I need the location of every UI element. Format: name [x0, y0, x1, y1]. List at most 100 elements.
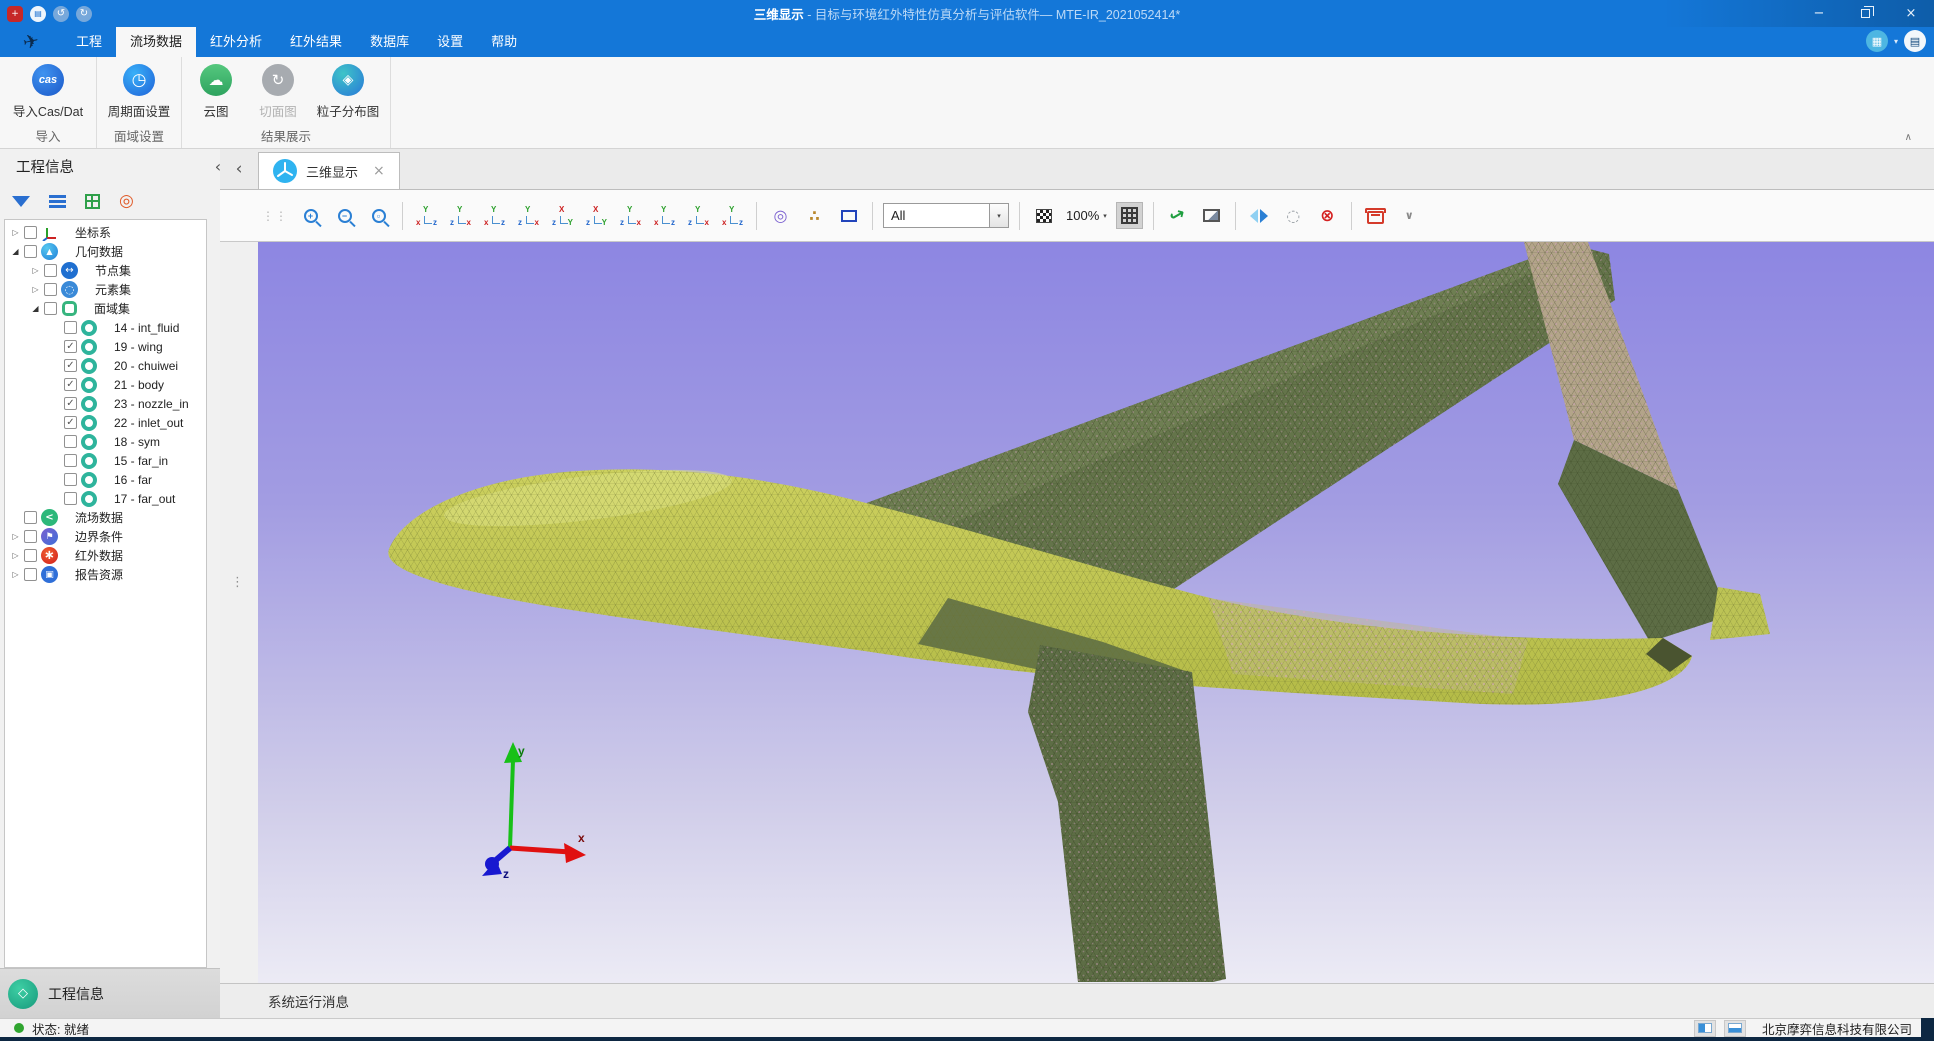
- tab-3d-display[interactable]: 三维显示 ×: [258, 152, 400, 189]
- zoom-fit-button[interactable]: ▫: [365, 202, 392, 229]
- tree-item[interactable]: ✓23 - nozzle_in: [5, 394, 206, 413]
- menu-item-project[interactable]: 工程: [62, 27, 116, 57]
- checkbox[interactable]: [64, 321, 77, 334]
- checkbox[interactable]: [24, 511, 37, 524]
- view-iso-3-button[interactable]: Yzx: [685, 202, 712, 229]
- layout-toggle-bottom-button[interactable]: [1724, 1020, 1746, 1037]
- tree-item[interactable]: 15 - far_in: [5, 451, 206, 470]
- view-bottom-button[interactable]: XzY: [583, 202, 610, 229]
- particle-network-button[interactable]: ∴: [801, 202, 828, 229]
- view-front-button[interactable]: Yxz: [413, 202, 440, 229]
- checkbox[interactable]: ✓: [64, 397, 77, 410]
- expander-icon[interactable]: ▷: [29, 266, 42, 275]
- periodic-face-button[interactable]: ◷ 周期面设置: [103, 62, 175, 120]
- checkbox[interactable]: [44, 302, 57, 315]
- close-button[interactable]: ×: [1888, 0, 1934, 27]
- tree-item[interactable]: 18 - sym: [5, 432, 206, 451]
- tree-item[interactable]: 16 - far: [5, 470, 206, 489]
- menu-item-ir-results[interactable]: 红外结果: [276, 27, 356, 57]
- tree-item[interactable]: <流场数据: [5, 508, 206, 527]
- menu-item-help[interactable]: 帮助: [477, 27, 531, 57]
- grid-view-icon[interactable]: [85, 194, 100, 209]
- locate-icon[interactable]: ◎: [119, 193, 134, 210]
- tree-item[interactable]: ◢▲几何数据: [5, 242, 206, 261]
- layout-toggle-left-button[interactable]: [1694, 1020, 1716, 1037]
- transparency-button[interactable]: [1030, 202, 1057, 229]
- view-right-button[interactable]: Yzx: [515, 202, 542, 229]
- checkbox[interactable]: [44, 264, 57, 277]
- tab-close-icon[interactable]: ×: [373, 163, 385, 179]
- splitter-handle-icon[interactable]: ⋮: [231, 575, 244, 590]
- notebook-icon[interactable]: ▤: [1904, 30, 1926, 52]
- view-iso-1-button[interactable]: Yzx: [617, 202, 644, 229]
- filter-icon[interactable]: [12, 196, 30, 207]
- zoom-in-button[interactable]: +: [297, 202, 324, 229]
- snapshot-button[interactable]: [1198, 202, 1225, 229]
- redo-icon[interactable]: ↻: [76, 6, 92, 22]
- new-document-icon[interactable]: ▤: [30, 6, 46, 22]
- export-view-button[interactable]: ↪: [1164, 202, 1191, 229]
- tree-item[interactable]: ✓21 - body: [5, 375, 206, 394]
- expander-icon[interactable]: ◢: [9, 247, 22, 256]
- particle-distribution-button[interactable]: ◈ 粒子分布图: [312, 62, 384, 120]
- checkbox[interactable]: ✓: [64, 340, 77, 353]
- menu-item-flow-data[interactable]: 流场数据: [116, 27, 196, 57]
- checkbox[interactable]: [24, 568, 37, 581]
- toolbar-drag-handle[interactable]: ⋮⋮: [262, 209, 288, 223]
- minimize-button[interactable]: −: [1796, 0, 1842, 27]
- zoom-level-dropdown[interactable]: 100%▾: [1064, 208, 1109, 223]
- tree-item[interactable]: ◢面域集: [5, 299, 206, 318]
- checkbox[interactable]: [24, 226, 37, 239]
- tree-item[interactable]: ✓22 - inlet_out: [5, 413, 206, 432]
- mesh-toggle-button[interactable]: [1116, 202, 1143, 229]
- checkbox[interactable]: ✓: [64, 378, 77, 391]
- expander-icon[interactable]: ▷: [9, 532, 22, 541]
- checkbox[interactable]: [64, 492, 77, 505]
- tree-item[interactable]: ▷⚑边界条件: [5, 527, 206, 546]
- menu-item-ir-analysis[interactable]: 红外分析: [196, 27, 276, 57]
- view-iso-4-button[interactable]: Yxz: [719, 202, 746, 229]
- viewpoint-camera-button[interactable]: ◎: [767, 202, 794, 229]
- orbit-sphere-button[interactable]: ◌: [1280, 202, 1307, 229]
- checkbox[interactable]: ✓: [64, 416, 77, 429]
- apps-icon[interactable]: ▦: [1866, 30, 1888, 52]
- checkbox[interactable]: ✓: [64, 359, 77, 372]
- checkbox[interactable]: [24, 245, 37, 258]
- view-back-button[interactable]: Yzx: [447, 202, 474, 229]
- tree-item[interactable]: ▷坐标系: [5, 223, 206, 242]
- mirror-button[interactable]: [1246, 202, 1273, 229]
- expander-icon[interactable]: ◢: [29, 304, 42, 313]
- tree-item[interactable]: 14 - int_fluid: [5, 318, 206, 337]
- undo-icon[interactable]: ↺: [53, 6, 69, 22]
- expander-icon[interactable]: ▷: [9, 570, 22, 579]
- viewport-3d[interactable]: y x z: [258, 242, 1934, 983]
- delete-button[interactable]: ⊗: [1314, 202, 1341, 229]
- restore-button[interactable]: [1842, 0, 1888, 27]
- view-top-button[interactable]: XzY: [549, 202, 576, 229]
- package-button[interactable]: [1362, 202, 1389, 229]
- view-left-button[interactable]: Yxz: [481, 202, 508, 229]
- menu-item-database[interactable]: 数据库: [356, 27, 423, 57]
- checkbox[interactable]: [24, 549, 37, 562]
- list-view-icon[interactable]: [49, 195, 66, 198]
- checkbox[interactable]: [44, 283, 57, 296]
- box-select-button[interactable]: [835, 202, 862, 229]
- tree-item[interactable]: ▷◌元素集: [5, 280, 206, 299]
- tree-item[interactable]: ✓20 - chuiwei: [5, 356, 206, 375]
- tree-item[interactable]: ▷↔节点集: [5, 261, 206, 280]
- checkbox[interactable]: [64, 435, 77, 448]
- panel-bottom-bar[interactable]: ◇ 工程信息: [0, 968, 220, 1018]
- view-iso-2-button[interactable]: Yxz: [651, 202, 678, 229]
- menu-caret-icon[interactable]: ▾: [1894, 37, 1898, 46]
- panel-collapse-button[interactable]: ‹: [208, 157, 228, 176]
- expander-icon[interactable]: ▷: [9, 551, 22, 560]
- more-caret-button[interactable]: ∨: [1396, 202, 1423, 229]
- panel-splitter[interactable]: ⋮: [220, 242, 258, 983]
- expander-icon[interactable]: ▷: [9, 228, 22, 237]
- checkbox[interactable]: [64, 454, 77, 467]
- zoom-out-button[interactable]: −: [331, 202, 358, 229]
- tree-item[interactable]: ▷∗红外数据: [5, 546, 206, 565]
- expander-icon[interactable]: ▷: [29, 285, 42, 294]
- import-casdat-button[interactable]: cas 导入Cas/Dat: [6, 62, 90, 120]
- tree-item[interactable]: ▷▣报告资源: [5, 565, 206, 584]
